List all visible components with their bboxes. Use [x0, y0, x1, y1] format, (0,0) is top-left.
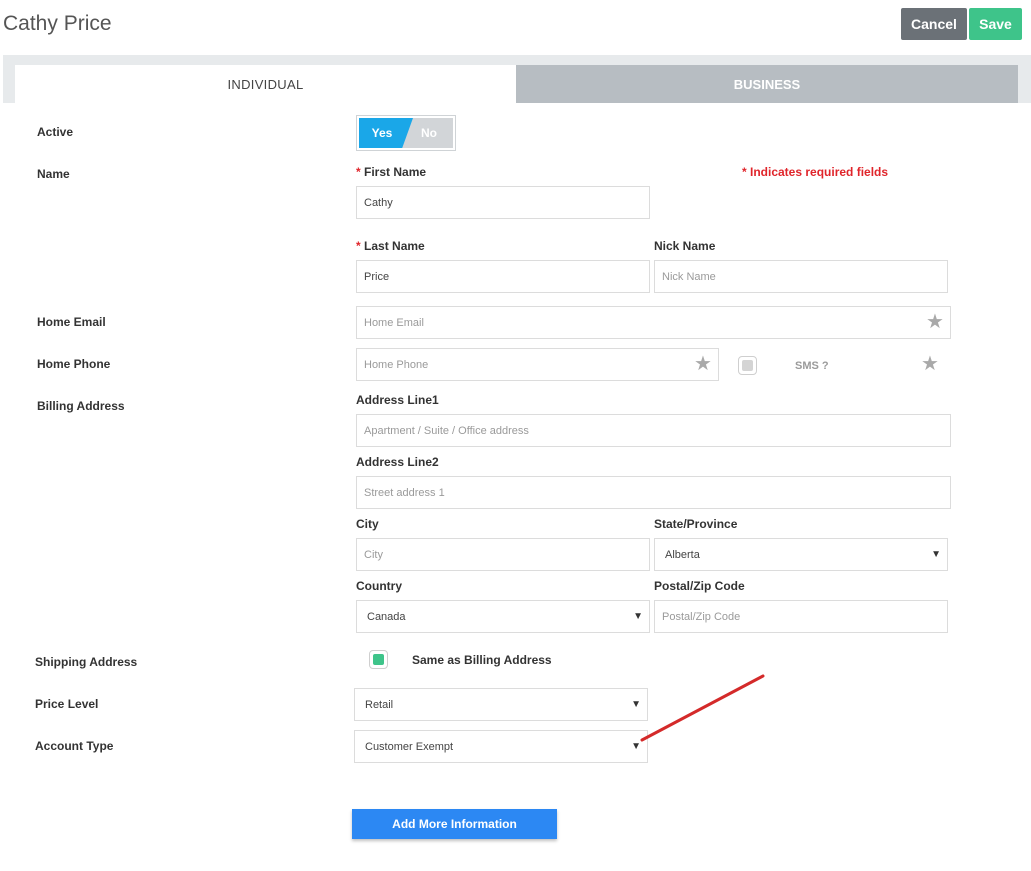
- same-as-billing-label: Same as Billing Address: [412, 653, 552, 667]
- tab-bar: INDIVIDUAL BUSINESS: [3, 55, 1031, 103]
- last-name-label: * Last Name: [356, 239, 425, 253]
- first-name-input[interactable]: Cathy: [356, 186, 650, 219]
- sms-label: SMS ?: [795, 360, 829, 372]
- home-phone-input[interactable]: Home Phone: [356, 348, 719, 381]
- tab-individual[interactable]: INDIVIDUAL: [15, 65, 516, 103]
- nick-name-label: Nick Name: [654, 239, 716, 253]
- chevron-down-icon: ▼: [931, 549, 941, 560]
- chevron-down-icon: ▼: [631, 741, 641, 752]
- account-type-label: Account Type: [35, 739, 114, 753]
- state-select[interactable]: Alberta ▼: [654, 538, 948, 571]
- star-icon[interactable]: ★: [921, 354, 939, 374]
- last-name-input[interactable]: Price: [356, 260, 650, 293]
- page-title: Cathy Price: [3, 12, 112, 35]
- address-line1-input[interactable]: Apartment / Suite / Office address: [356, 414, 951, 447]
- billing-address-label: Billing Address: [37, 399, 125, 413]
- active-label: Active: [37, 125, 74, 139]
- add-more-information-button[interactable]: Add More Information: [352, 809, 557, 839]
- home-email-label: Home Email: [37, 315, 106, 329]
- sms-checkbox[interactable]: [738, 356, 757, 375]
- active-toggle[interactable]: No Yes: [356, 115, 456, 151]
- city-input[interactable]: City: [356, 538, 650, 571]
- name-label: Name: [37, 167, 70, 181]
- home-email-input[interactable]: Home Email: [356, 306, 951, 339]
- tab-business[interactable]: BUSINESS: [516, 65, 1018, 103]
- address-line2-label: Address Line2: [356, 455, 439, 469]
- required-fields-note: * Indicates required fields: [742, 165, 889, 179]
- chevron-down-icon: ▼: [631, 699, 641, 710]
- chevron-down-icon: ▼: [633, 611, 643, 622]
- same-as-billing-checkbox[interactable]: [369, 650, 388, 669]
- state-label: State/Province: [654, 517, 738, 531]
- star-icon[interactable]: ★: [926, 312, 944, 332]
- country-select[interactable]: Canada ▼: [356, 600, 650, 633]
- nick-name-input[interactable]: Nick Name: [654, 260, 948, 293]
- cancel-button[interactable]: Cancel: [901, 8, 967, 40]
- country-label: Country: [356, 579, 402, 593]
- postal-code-label: Postal/Zip Code: [654, 579, 745, 593]
- address-line2-input[interactable]: Street address 1: [356, 476, 951, 509]
- city-label: City: [356, 517, 379, 531]
- price-level-select[interactable]: Retail ▼: [354, 688, 648, 721]
- save-button[interactable]: Save: [969, 8, 1022, 40]
- star-icon[interactable]: ★: [694, 354, 712, 374]
- postal-code-input[interactable]: Postal/Zip Code: [654, 600, 948, 633]
- address-line1-label: Address Line1: [356, 393, 439, 407]
- home-phone-label: Home Phone: [37, 357, 111, 371]
- account-type-select[interactable]: Customer Exempt ▼: [354, 730, 648, 763]
- price-level-label: Price Level: [35, 697, 99, 711]
- shipping-address-label: Shipping Address: [35, 655, 138, 669]
- first-name-label: * First Name: [356, 165, 427, 179]
